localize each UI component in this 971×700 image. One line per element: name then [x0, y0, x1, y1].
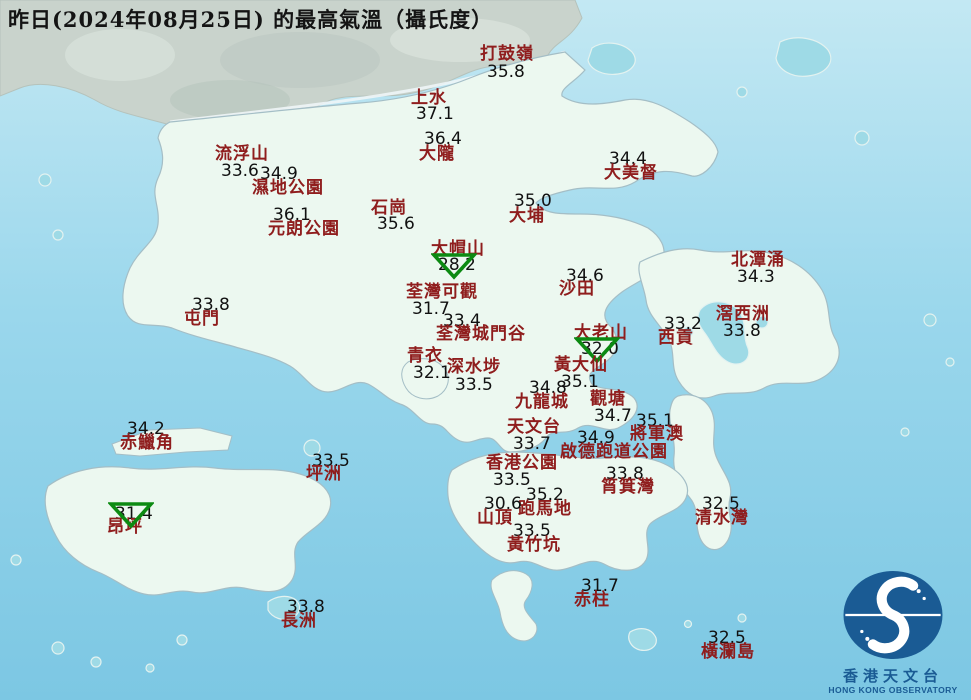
station-name: 西貢 — [658, 328, 694, 348]
station-name: 打鼓嶺 — [480, 44, 534, 64]
station-temp: 34.3 — [737, 267, 775, 287]
station-temp: 37.1 — [416, 104, 454, 124]
station-name: 赤鱲角 — [120, 433, 174, 453]
station-name: 青衣 — [407, 346, 443, 366]
station-name: 九龍城 — [515, 392, 569, 412]
logo-text-en: HONG KONG OBSERVATORY — [828, 684, 958, 695]
station-name: 荃灣可觀 — [406, 282, 478, 302]
station-name: 黃竹坑 — [507, 535, 561, 555]
map-title: 昨日(2024年08月25日) 的最高氣溫（攝氏度） — [8, 7, 494, 32]
station-name: 大美督 — [604, 163, 658, 183]
station-name: 橫瀾島 — [701, 642, 755, 662]
station-name: 昂坪 — [107, 517, 143, 537]
station-name: 濕地公園 — [252, 178, 324, 198]
station-name: 將軍澳 — [630, 424, 684, 444]
station-name: 石崗 — [371, 198, 407, 218]
station-name: 筲箕灣 — [601, 477, 655, 497]
station-temp: 33.5 — [455, 375, 493, 395]
station-name: 沙田 — [559, 279, 595, 299]
station-name: 天文台 — [507, 417, 561, 437]
station-temp: 33.7 — [513, 434, 551, 454]
station-name: 北潭涌 — [731, 250, 785, 270]
logo-text-cn: 香港天文台 — [842, 666, 943, 685]
station-temp: 35.8 — [487, 62, 525, 82]
station-name: 荃灣城門谷 — [436, 324, 526, 344]
station-name: 流浮山 — [215, 144, 269, 164]
station-name: 大帽山 — [431, 239, 485, 259]
station-temp: 33.8 — [723, 321, 761, 341]
station-name: 屯門 — [184, 309, 220, 329]
station-name: 大埔 — [509, 206, 545, 226]
station-name: 滘西洲 — [716, 304, 770, 324]
hko-logo-icon — [843, 570, 943, 659]
station-name: 大老山 — [574, 323, 628, 343]
station-name: 清水灣 — [695, 508, 749, 528]
station-name: 山頂 — [477, 508, 513, 528]
weather-map: 35.8 打鼓嶺 37.1 上水 36.4 大隴 34.4 大美督 33.6 流浮山 34… — [0, 0, 971, 700]
station-temp: 32.1 — [413, 363, 451, 383]
station-name: 跑馬地 — [518, 499, 572, 519]
station-temp: 35.6 — [377, 214, 415, 234]
station-name: 觀塘 — [590, 389, 626, 409]
station-name: 坪洲 — [306, 464, 342, 484]
station-name: 深水埗 — [447, 357, 501, 377]
station-name: 啟德跑道公園 — [560, 442, 668, 462]
station-name: 上水 — [411, 88, 447, 108]
station-temp: 28.2 — [438, 255, 476, 275]
station-temp: 34.7 — [594, 406, 632, 426]
station-name: 長洲 — [281, 611, 317, 631]
station-name: 黃大仙 — [554, 355, 608, 375]
station-name: 大隴 — [419, 144, 455, 164]
station-name: 赤柱 — [574, 590, 610, 610]
hko-logo: 香港天文台 HONG KONG OBSERVATORY — [825, 567, 961, 696]
station-name: 香港公園 — [486, 453, 558, 473]
station-name: 元朗公園 — [268, 219, 340, 239]
